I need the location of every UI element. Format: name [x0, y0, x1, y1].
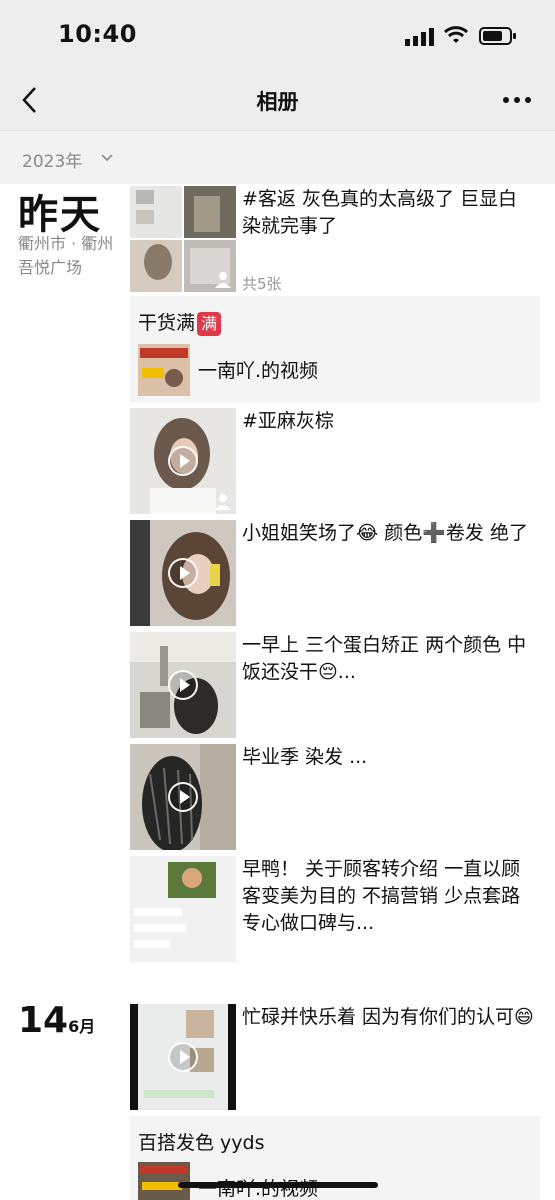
battery-icon — [479, 27, 516, 45]
date-day-number: 14 — [18, 1000, 69, 1041]
post-caption: 小姐姐笑场了😂 颜色➕卷发 绝了 — [242, 522, 528, 544]
post-caption: 早鸭！ 关于顾客转介绍 一直以顾客变美为目的 不搞营销 少点套路 专心做口碑与.… — [242, 858, 521, 934]
play-icon — [168, 782, 198, 812]
year-filter-bar: 2023年 — [0, 130, 555, 184]
video-thumbnail[interactable] — [130, 744, 236, 850]
location-label: 衢州市 · 衢州吾悦广场 — [18, 234, 114, 277]
chevron-down-icon[interactable] — [100, 151, 114, 165]
share-title: 百搭发色 yyds — [138, 1132, 265, 1154]
video-thumbnail[interactable] — [130, 1004, 236, 1110]
post-item[interactable]: #亚麻灰棕 — [130, 408, 540, 514]
person-icon — [215, 272, 231, 288]
date-month: 6月 — [68, 1017, 96, 1036]
share-text: 一南吖.的视频 — [198, 360, 319, 382]
post-item[interactable]: 一早上 三个蛋白矫正 两个颜色 中饭还没干😔... — [130, 632, 540, 738]
share-thumbnail — [138, 344, 190, 396]
play-icon — [168, 558, 198, 588]
person-icon — [215, 494, 231, 510]
play-icon — [168, 446, 198, 476]
post-caption: 一早上 三个蛋白矫正 两个颜色 中饭还没干😔... — [242, 634, 527, 683]
post-caption: 毕业季 染发 ... — [242, 746, 368, 768]
post-caption: #亚麻灰棕 — [242, 410, 334, 432]
page-title: 相册 — [256, 90, 299, 114]
post-item[interactable]: 小姐姐笑场了😂 颜色➕卷发 绝了 — [130, 520, 540, 626]
home-indicator — [178, 1182, 378, 1188]
video-thumbnail[interactable] — [130, 632, 236, 738]
status-bar: 10:40 — [0, 0, 555, 72]
badge: 满 — [197, 311, 222, 336]
post-item[interactable]: #客返 灰色真的太高级了 巨显白 染就完事了 共5张 — [130, 186, 540, 293]
share-card[interactable]: 干货满满 一南吖.的视频 — [130, 296, 540, 402]
post-caption: #客返 灰色真的太高级了 巨显白 染就完事了 — [242, 188, 517, 237]
date-label: 146月 — [18, 1000, 95, 1041]
post-item[interactable]: 忙碌并快乐着 因为有你们的认可😄 — [130, 1004, 540, 1110]
play-icon — [168, 1042, 198, 1072]
year-filter[interactable]: 2023年 — [22, 147, 82, 172]
post-caption: 忙碌并快乐着 因为有你们的认可😄 — [242, 1006, 534, 1028]
post-item[interactable]: 早鸭！ 关于顾客转介绍 一直以顾客变美为目的 不搞营销 少点套路 专心做口碑与.… — [130, 856, 540, 962]
status-time: 10:40 — [58, 20, 137, 48]
play-icon — [168, 670, 198, 700]
post-item[interactable]: 毕业季 染发 ... — [130, 744, 540, 850]
video-thumbnail[interactable] — [130, 408, 236, 514]
photo-grid[interactable] — [130, 186, 236, 292]
signal-icon — [405, 28, 434, 46]
share-title-text: 干货满 — [138, 312, 196, 334]
share-thumbnail — [138, 1162, 190, 1200]
nav-bar: 相册 — [0, 72, 555, 130]
more-dots-icon[interactable] — [500, 86, 534, 114]
chat-screenshot-thumbnail[interactable] — [130, 856, 236, 962]
photo-count: 共5张 — [242, 275, 282, 293]
share-title: 干货满满 — [138, 308, 222, 336]
wifi-icon — [443, 26, 469, 43]
video-thumbnail[interactable] — [130, 520, 236, 626]
